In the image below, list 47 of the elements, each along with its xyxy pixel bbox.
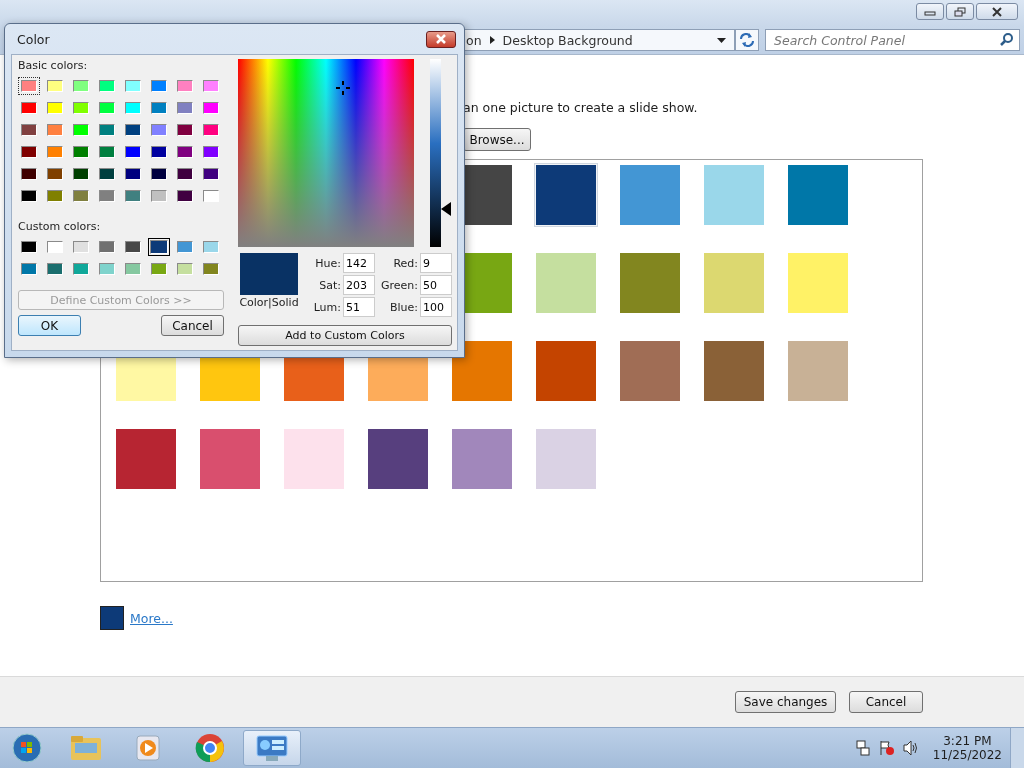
field-label: Hue: <box>315 256 341 270</box>
close-button[interactable] <box>976 3 1018 20</box>
clock-date: 11/25/2022 <box>932 748 1002 762</box>
field-label: Red: <box>393 256 418 270</box>
search-field[interactable]: Search Control Panel <box>765 29 1020 51</box>
flag-icon[interactable] <box>878 740 895 756</box>
clock[interactable]: 3:21 PM 11/25/2022 <box>932 734 1002 762</box>
clock-time: 3:21 PM <box>943 734 992 748</box>
breadcrumb-arrow-icon <box>489 36 495 44</box>
number-field[interactable]: 50 <box>420 275 452 295</box>
restore-button[interactable] <box>946 3 974 20</box>
control-panel-icon[interactable] <box>243 730 301 766</box>
section-label: Basic colors: <box>18 59 89 74</box>
ok-button[interactable]: OK <box>18 315 81 336</box>
field-label: Green: <box>380 278 418 292</box>
close-icon <box>435 34 447 44</box>
network-icon[interactable] <box>854 740 871 756</box>
save-button[interactable]: Save changes <box>735 691 836 713</box>
browse-button[interactable]: Browse... <box>463 128 531 151</box>
field-label: Lum: <box>313 300 341 314</box>
dropdown-icon[interactable] <box>717 37 726 43</box>
color-spectrum[interactable] <box>238 59 414 247</box>
add-to-custom-colors-button[interactable]: Add to Custom Colors <box>238 325 452 346</box>
number-field[interactable]: 9 <box>420 253 452 273</box>
close-icon <box>991 6 1003 17</box>
number-field[interactable]: 100 <box>420 297 452 317</box>
dialog-title: Color <box>17 31 50 47</box>
refresh-button[interactable] <box>735 29 759 51</box>
field-label: Sat: <box>319 278 341 292</box>
cancel-button[interactable]: Cancel <box>161 315 224 336</box>
breadcrumb-item[interactable]: on <box>466 32 482 48</box>
more-link[interactable]: More... <box>130 610 173 626</box>
slider-arrow-icon[interactable] <box>441 202 451 217</box>
number-field[interactable]: 142 <box>342 253 375 273</box>
breadcrumb-item[interactable]: Desktop Background <box>502 32 633 48</box>
number-field[interactable]: 51 <box>342 297 375 317</box>
section-label: Custom colors: <box>18 220 102 235</box>
preview-label: Color|Solid <box>239 296 299 309</box>
number-field[interactable]: 203 <box>342 275 375 295</box>
speaker-icon[interactable] <box>902 740 919 756</box>
cancel-button[interactable]: Cancel <box>849 691 923 713</box>
restore-icon <box>954 6 966 17</box>
search-icon[interactable] <box>1000 33 1013 46</box>
field-label: Blue: <box>389 300 418 314</box>
close-button[interactable] <box>426 30 456 48</box>
minimize-button[interactable] <box>916 3 944 20</box>
luminance-slider[interactable] <box>430 59 452 247</box>
